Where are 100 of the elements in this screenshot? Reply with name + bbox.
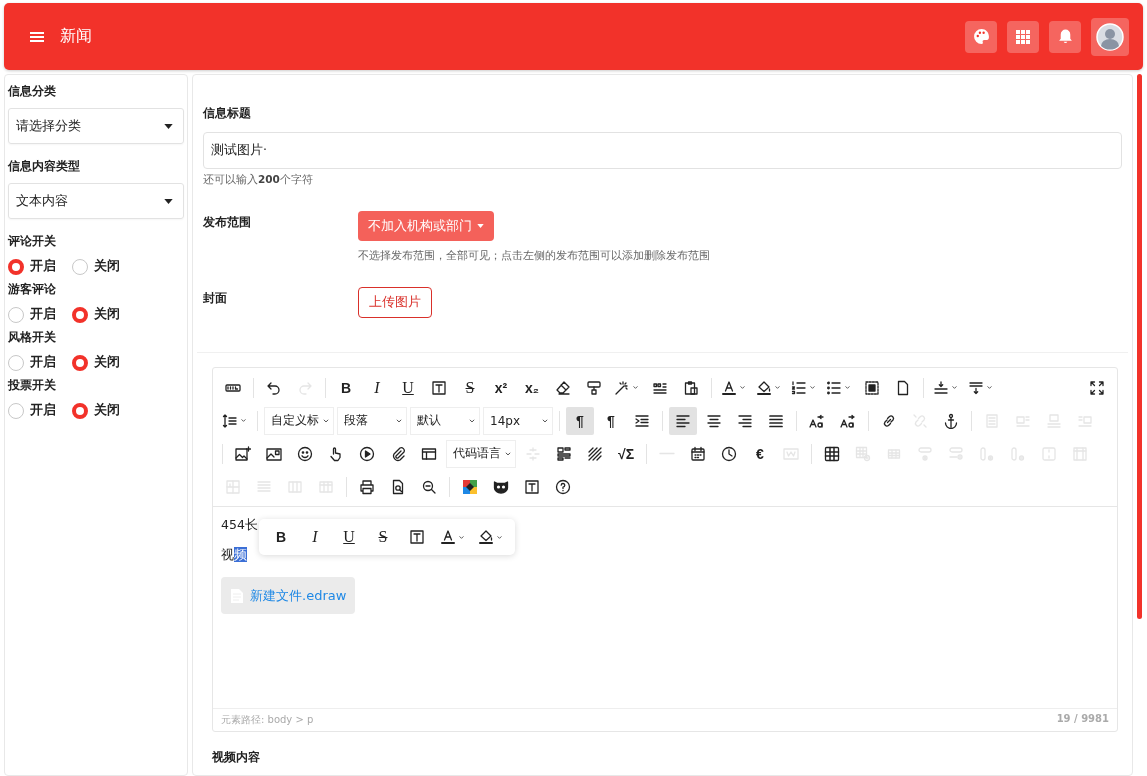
paragraph-direction-button[interactable]: ¶ bbox=[597, 406, 625, 435]
font-larger-icon bbox=[809, 412, 825, 429]
subscript-button[interactable]: x₂ bbox=[518, 373, 546, 402]
dropdown-arrow-icon bbox=[164, 123, 173, 129]
select-value: 段落 bbox=[344, 412, 368, 429]
select-all-icon bbox=[864, 379, 880, 396]
paperclip-icon bbox=[390, 445, 406, 462]
align-left-button[interactable] bbox=[669, 406, 697, 435]
spacing-below-icon bbox=[968, 379, 984, 396]
select-value: 自定义标 bbox=[271, 412, 319, 429]
radio-button[interactable] bbox=[8, 258, 24, 275]
clock-icon bbox=[721, 445, 737, 462]
dropdown-select[interactable]: 代码语言 bbox=[446, 439, 516, 468]
title-input[interactable]: 测试图片· bbox=[203, 132, 1122, 169]
italic-button[interactable]: I bbox=[301, 523, 329, 551]
float-center-icon bbox=[1046, 412, 1062, 429]
page-icon bbox=[895, 379, 911, 396]
page-break-icon bbox=[525, 445, 541, 462]
element-path: 元素路径: body > p bbox=[221, 713, 314, 727]
caret-icon bbox=[631, 383, 640, 392]
select-field[interactable]: 请选择分类 bbox=[8, 108, 184, 144]
select-field[interactable]: 文本内容 bbox=[8, 183, 184, 219]
upload-image-button[interactable]: 上传图片 bbox=[358, 287, 432, 318]
avatar-button[interactable] bbox=[1091, 17, 1129, 56]
line-height-icon bbox=[222, 412, 238, 429]
radio-label: 开启 bbox=[30, 306, 56, 323]
dropdown-arrow-icon bbox=[164, 198, 173, 204]
eraser-icon bbox=[555, 379, 571, 396]
dropdown-select[interactable]: 默认 bbox=[410, 406, 480, 435]
printer-icon bbox=[359, 478, 375, 495]
radio-button[interactable] bbox=[72, 402, 88, 419]
select-value: 14px bbox=[490, 413, 520, 428]
paragraph: 视频 bbox=[221, 547, 248, 564]
text-block-icon bbox=[984, 412, 1000, 429]
dropdown-select[interactable]: 14px bbox=[483, 406, 553, 435]
radio-button[interactable] bbox=[72, 354, 88, 371]
wand-icon bbox=[614, 379, 630, 396]
menu-icon[interactable] bbox=[30, 31, 44, 42]
align-right-icon bbox=[737, 412, 753, 429]
align-left-icon bbox=[675, 412, 691, 429]
grid-icon bbox=[1015, 28, 1031, 45]
paint-roller-icon bbox=[586, 379, 602, 396]
spacing-above-icon bbox=[933, 379, 949, 396]
caret-icon bbox=[738, 383, 747, 392]
radio-button[interactable] bbox=[8, 306, 24, 323]
caret-icon bbox=[808, 383, 817, 392]
radio-label: 关闭 bbox=[94, 354, 120, 371]
field-label: 游客评论 bbox=[8, 281, 57, 298]
link-icon bbox=[881, 412, 897, 429]
table-icon bbox=[824, 445, 840, 462]
font-smaller-icon bbox=[840, 412, 856, 429]
radio-button[interactable] bbox=[8, 354, 24, 371]
calendar-icon bbox=[690, 445, 706, 462]
radio-button[interactable] bbox=[72, 306, 88, 323]
underline-button[interactable]: U bbox=[335, 523, 363, 551]
field-label: 信息标题 bbox=[203, 105, 252, 122]
clipboard-icon bbox=[683, 379, 699, 396]
font-color-icon bbox=[440, 529, 456, 545]
table-columns-icon bbox=[287, 478, 303, 495]
text-box-icon bbox=[431, 379, 447, 396]
field-label: 封面 bbox=[203, 290, 228, 307]
field-label: 评论开关 bbox=[8, 233, 57, 250]
field-label: 信息内容类型 bbox=[8, 158, 81, 175]
select-value: 默认 bbox=[417, 412, 441, 429]
radio-label: 关闭 bbox=[94, 258, 120, 275]
scrollbar-thumb[interactable] bbox=[1137, 74, 1142, 619]
search-icon bbox=[421, 478, 437, 495]
notification-button[interactable] bbox=[1049, 20, 1081, 53]
underline-button[interactable]: U bbox=[394, 373, 422, 402]
font-color-icon bbox=[721, 379, 737, 396]
euro-button[interactable]: € bbox=[746, 439, 774, 468]
image-add-icon bbox=[235, 445, 251, 462]
text-box-icon bbox=[409, 529, 425, 545]
radio-button[interactable] bbox=[8, 402, 24, 419]
fill-color-icon bbox=[478, 529, 494, 545]
caret-icon bbox=[843, 383, 852, 392]
radio-button[interactable] bbox=[72, 258, 88, 275]
dropdown-select[interactable]: 段落 bbox=[337, 406, 407, 435]
bold-button[interactable]: B bbox=[332, 373, 360, 402]
bold-button[interactable]: B bbox=[267, 523, 295, 551]
select-value: 文本内容 bbox=[16, 192, 68, 210]
select-value: 请选择分类 bbox=[16, 117, 81, 135]
theme-button[interactable] bbox=[965, 20, 997, 53]
strikethrough-button[interactable]: S bbox=[369, 523, 397, 551]
apps-button[interactable] bbox=[1007, 20, 1039, 53]
hand-icon bbox=[328, 445, 344, 462]
strikethrough-button[interactable]: S bbox=[456, 373, 484, 402]
formula-button[interactable]: √Σ bbox=[612, 439, 640, 468]
bullet-list-icon bbox=[826, 379, 842, 396]
paragraph-direction-button[interactable]: ¶ bbox=[566, 406, 594, 435]
fullscreen-icon bbox=[1089, 379, 1105, 396]
caret-icon bbox=[950, 383, 959, 392]
paragraph: 454长 bbox=[221, 517, 259, 534]
dropdown-select[interactable]: 自定义标 bbox=[264, 406, 334, 435]
merge-cell-icon bbox=[1072, 445, 1088, 462]
bell-icon bbox=[1056, 28, 1074, 45]
image-icon bbox=[266, 445, 282, 462]
superscript-button[interactable]: x² bbox=[487, 373, 515, 402]
italic-button[interactable]: I bbox=[363, 373, 391, 402]
word-image-icon bbox=[783, 445, 799, 462]
